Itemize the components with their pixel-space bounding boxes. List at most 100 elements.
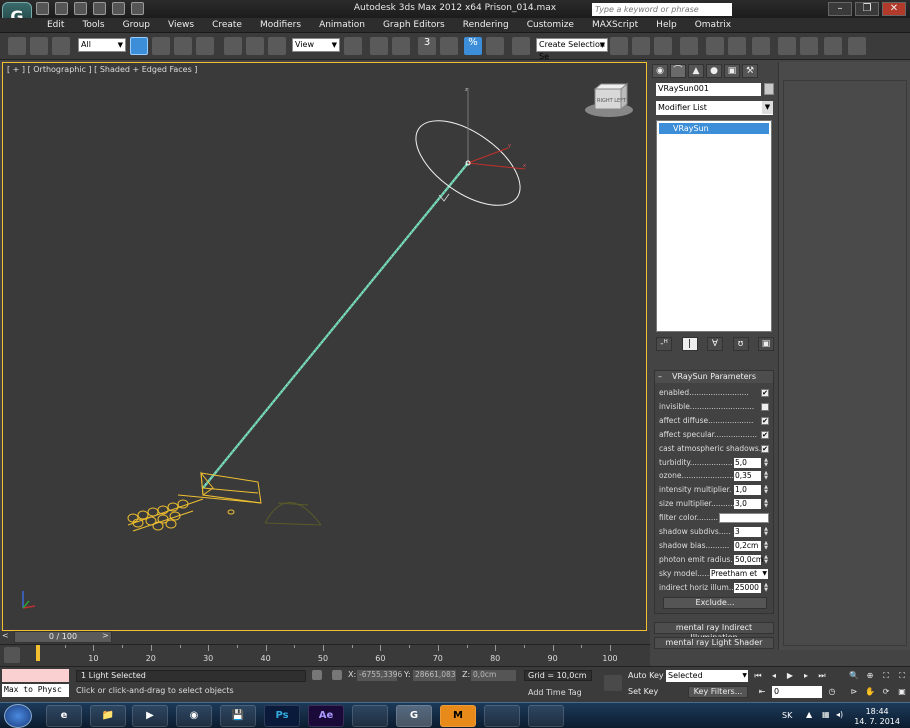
param-spinner[interactable]: 1,0 xyxy=(734,485,761,496)
mirror-icon[interactable] xyxy=(610,37,628,55)
help-search-input[interactable]: Type a keyword or phrase xyxy=(592,3,732,16)
go-to-end-icon[interactable]: ⏭ xyxy=(816,670,828,682)
exclude-button[interactable]: Exclude... xyxy=(663,597,767,609)
param-spinner[interactable]: 25000 xyxy=(734,582,761,593)
window-crossing-icon[interactable] xyxy=(196,37,214,55)
select-manipulate-icon[interactable] xyxy=(370,37,388,55)
time-slider-thumb[interactable]: 0 / 100 xyxy=(14,631,112,643)
key-mode-icon[interactable] xyxy=(604,675,622,691)
key-set-dropdown[interactable]: Selected xyxy=(666,670,748,682)
rectangular-selection-icon[interactable] xyxy=(174,37,192,55)
absolute-transform-icon[interactable] xyxy=(332,670,342,680)
scale-icon[interactable] xyxy=(268,37,286,55)
param-spinner[interactable]: 0,35 xyxy=(734,471,761,482)
filter-color-swatch[interactable] xyxy=(719,513,769,524)
schematic-view-icon[interactable] xyxy=(728,37,746,55)
current-frame-marker[interactable] xyxy=(36,645,40,661)
maximize-viewport-icon[interactable]: ▣ xyxy=(896,686,908,698)
volume-icon[interactable]: ◂) xyxy=(836,710,843,719)
x-coordinate-field[interactable]: -6755,3396 xyxy=(357,670,402,681)
stack-item-vraysun[interactable]: VRaySun xyxy=(659,123,769,134)
menu-group[interactable]: Group xyxy=(114,19,159,32)
param-checkbox[interactable]: ✔ xyxy=(761,389,769,397)
mini-curve-editor-icon[interactable] xyxy=(4,647,20,663)
reference-coordinate-dropdown[interactable]: View xyxy=(292,38,340,52)
spinner-arrows-icon[interactable]: ▲ ▼ xyxy=(763,471,769,481)
maximize-button[interactable]: ❐ xyxy=(855,2,879,16)
mental-ray-indirect-rollout[interactable]: mental ray Indirect Illumination xyxy=(654,622,774,642)
param-spinner[interactable]: 3,0 xyxy=(734,499,761,510)
next-frame-icon[interactable]: ▸ xyxy=(800,670,812,682)
layer-manager-icon[interactable] xyxy=(654,37,672,55)
rollout-header[interactable]: – VRaySun Parameters xyxy=(655,371,773,383)
tray-arrow-icon[interactable]: ▲ xyxy=(806,710,812,719)
menu-graph-editors[interactable]: Graph Editors xyxy=(374,19,454,32)
maxscript-listener-output[interactable] xyxy=(2,669,69,682)
track-ruler[interactable]: 10 20 30 40 50 60 70 80 90 100 xyxy=(36,645,618,667)
spinner-arrows-icon[interactable]: ▲ ▼ xyxy=(763,554,769,565)
hierarchy-tab-icon[interactable]: ▲ xyxy=(688,64,704,78)
param-checkbox[interactable] xyxy=(761,402,769,411)
z-coordinate-field[interactable]: 0,0cm xyxy=(471,670,516,681)
display-tab-icon[interactable]: ▣ xyxy=(724,64,740,78)
language-indicator[interactable]: SK xyxy=(782,711,792,720)
time-configuration-icon[interactable]: ◷ xyxy=(826,686,838,698)
track-bar[interactable]: 10 20 30 40 50 60 70 80 90 100 xyxy=(0,644,650,666)
snaps-toggle-icon[interactable]: 3 xyxy=(418,37,436,55)
set-key-button[interactable]: Set Key xyxy=(628,686,664,698)
perspective-viewport[interactable]: [ + ] [ Orthographic ] [ Shaded + Edged … xyxy=(2,62,647,631)
key-filters-button[interactable]: Key Filters... xyxy=(688,686,748,698)
zoom-all-icon[interactable]: ⊕ xyxy=(864,670,876,682)
named-selection-sets-dropdown[interactable]: Create Selection Se xyxy=(536,38,608,61)
play-icon[interactable]: ▶ xyxy=(784,670,796,682)
select-object-icon[interactable] xyxy=(130,37,148,55)
maxscript-listener-input[interactable]: Max to Physc xyxy=(2,684,69,697)
minimize-button[interactable]: – xyxy=(828,2,852,16)
param-spinner[interactable]: 0,2cm xyxy=(734,540,761,551)
configure-modifier-sets-button[interactable]: ▣ xyxy=(758,337,774,351)
curve-editor-icon[interactable] xyxy=(706,37,724,55)
keyboard-shortcut-override-icon[interactable] xyxy=(392,37,410,55)
spinner-arrows-icon[interactable]: ▲ ▼ xyxy=(763,457,769,468)
zoom-extents-icon[interactable]: ⛶ xyxy=(880,670,892,682)
param-checkbox[interactable]: ✔ xyxy=(761,444,769,453)
time-slider-prev[interactable]: < xyxy=(2,631,9,640)
y-coordinate-field[interactable]: 28661,083 xyxy=(413,670,456,681)
clock[interactable]: 18:44 14. 7. 2014 xyxy=(854,707,900,727)
param-spinner[interactable]: 5,0 xyxy=(734,457,761,468)
angle-snap-icon[interactable] xyxy=(440,37,458,55)
move-icon[interactable] xyxy=(224,37,242,55)
menu-animation[interactable]: Animation xyxy=(310,19,374,32)
graphite-tools-icon[interactable] xyxy=(680,37,698,55)
modify-tab-icon[interactable]: ⌒ xyxy=(670,64,686,78)
viewcube-icon[interactable]: RIGHT LEFT xyxy=(585,82,633,117)
percent-snap-icon[interactable]: % xyxy=(464,37,482,55)
pin-stack-button[interactable]: -ᴴ xyxy=(656,337,672,351)
taskbar-app-m[interactable]: M xyxy=(440,705,476,727)
spinner-arrows-icon[interactable]: ▲ ▼ xyxy=(763,540,769,551)
auto-key-button[interactable]: Auto Key xyxy=(628,670,664,682)
taskbar-app-12[interactable] xyxy=(528,705,564,727)
close-button[interactable]: ✕ xyxy=(882,2,906,16)
start-button[interactable] xyxy=(4,704,32,728)
create-tab-icon[interactable]: ◉ xyxy=(652,64,668,78)
selection-filter-dropdown[interactable]: All xyxy=(78,38,126,52)
param-checkbox[interactable]: ✔ xyxy=(761,430,769,439)
time-slider-next[interactable]: > xyxy=(102,631,109,640)
param-spinner[interactable]: 50,0cm xyxy=(734,554,763,565)
unselected-object[interactable] xyxy=(264,502,322,526)
menu-tools[interactable]: Tools xyxy=(73,19,113,32)
rotate-icon[interactable] xyxy=(246,37,264,55)
remove-modifier-button[interactable]: ʊ xyxy=(732,337,749,351)
key-mode-toggle-icon[interactable]: ⇤ xyxy=(756,686,768,698)
taskbar-chrome[interactable]: ◉ xyxy=(176,705,212,727)
spinner-arrows-icon[interactable]: ▲ ▼ xyxy=(763,485,769,495)
material-editor-icon[interactable] xyxy=(752,37,770,55)
align-icon[interactable] xyxy=(632,37,650,55)
taskbar-photoshop[interactable]: Ps xyxy=(264,705,300,727)
modifier-stack[interactable]: VRaySun xyxy=(656,120,772,332)
object-name-field[interactable]: VRaySun001 xyxy=(656,83,761,96)
spinner-arrows-icon[interactable]: ▲ ▼ xyxy=(763,527,769,537)
pivot-center-icon[interactable] xyxy=(344,37,362,55)
sky-model-dropdown[interactable]: Preetham et xyxy=(710,568,768,579)
